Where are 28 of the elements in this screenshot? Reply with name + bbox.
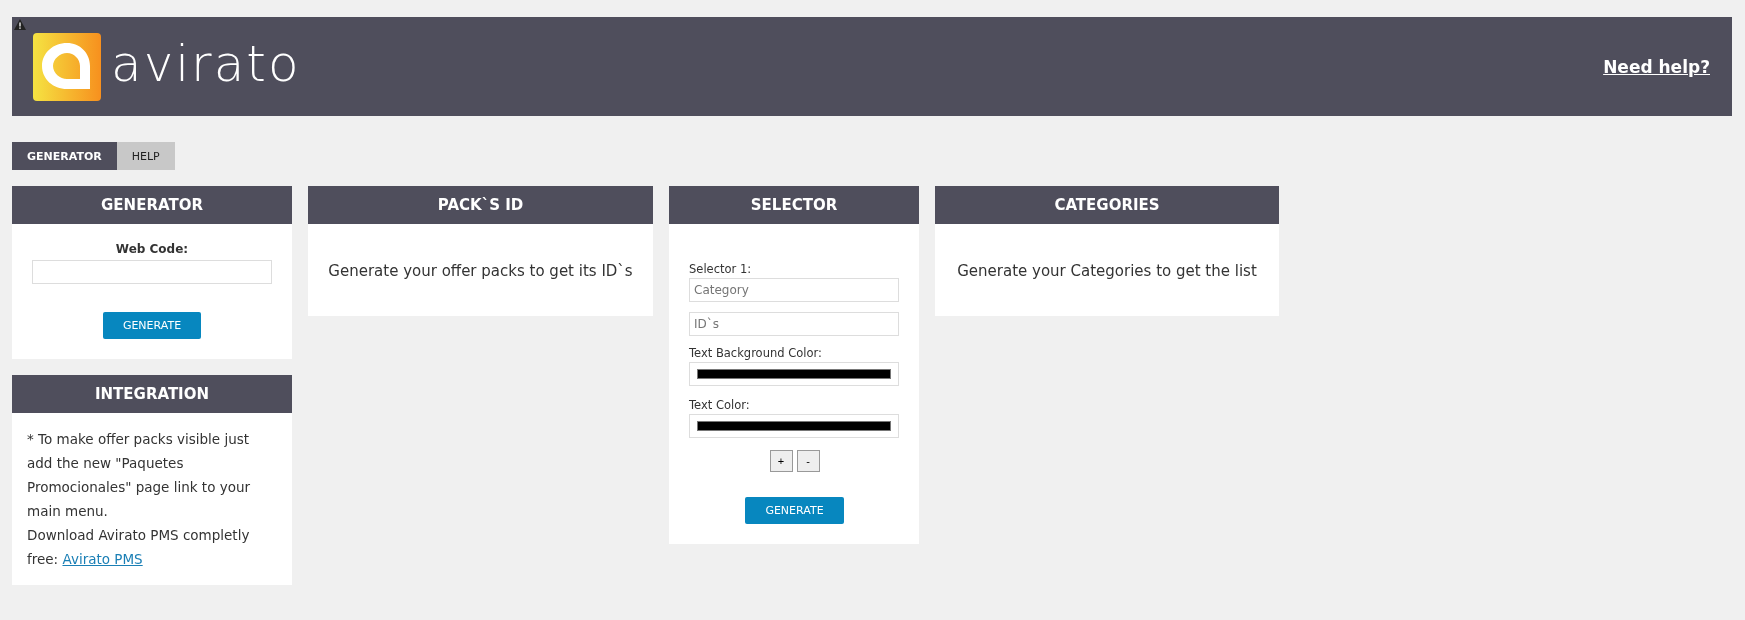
help-link[interactable]: Need help? [1603,56,1710,77]
remove-button[interactable]: - [796,450,820,472]
empty-message: Generate your Categories to get the list [957,262,1257,280]
color-field[interactable] [689,362,899,386]
panel-title: INTEGRATION [12,375,292,413]
panel-title: CATEGORIES [935,186,1279,224]
category-field[interactable]: Category [689,278,899,302]
tab[interactable]: GENERATOR [12,142,117,170]
panel-title: PACK`S ID [308,186,653,224]
field-label: Text Background Color: [689,346,823,360]
add-button[interactable]: + [769,450,793,472]
color-field[interactable] [689,414,899,438]
paragraph: Download Avirato PMS completly free: Avirato PMS [27,526,251,569]
generate-button[interactable]: GENERATE [102,312,202,339]
logo-wordmark: avirato [111,38,301,95]
ids-field[interactable]: ID`s [689,312,899,336]
field-label: Web Code: [115,242,189,256]
pms-link[interactable]: Avirato PMS [62,551,143,567]
tab[interactable]: HELP [116,142,175,170]
paragraph: * To make offer packs visible just add the new "Paquetes Promocionales" page link to your main menu. [27,430,252,521]
empty-message: Generate your offer packs to get its ID`s [328,262,633,280]
generate-button[interactable]: GENERATE [745,497,844,524]
field-label: Text Color: [689,398,751,412]
panel-title: SELECTOR [669,186,919,224]
field-label: Selector 1: [689,262,753,276]
logo-icon [33,32,101,101]
panel-title: GENERATOR [12,186,292,224]
web-code-field[interactable] [32,260,272,284]
